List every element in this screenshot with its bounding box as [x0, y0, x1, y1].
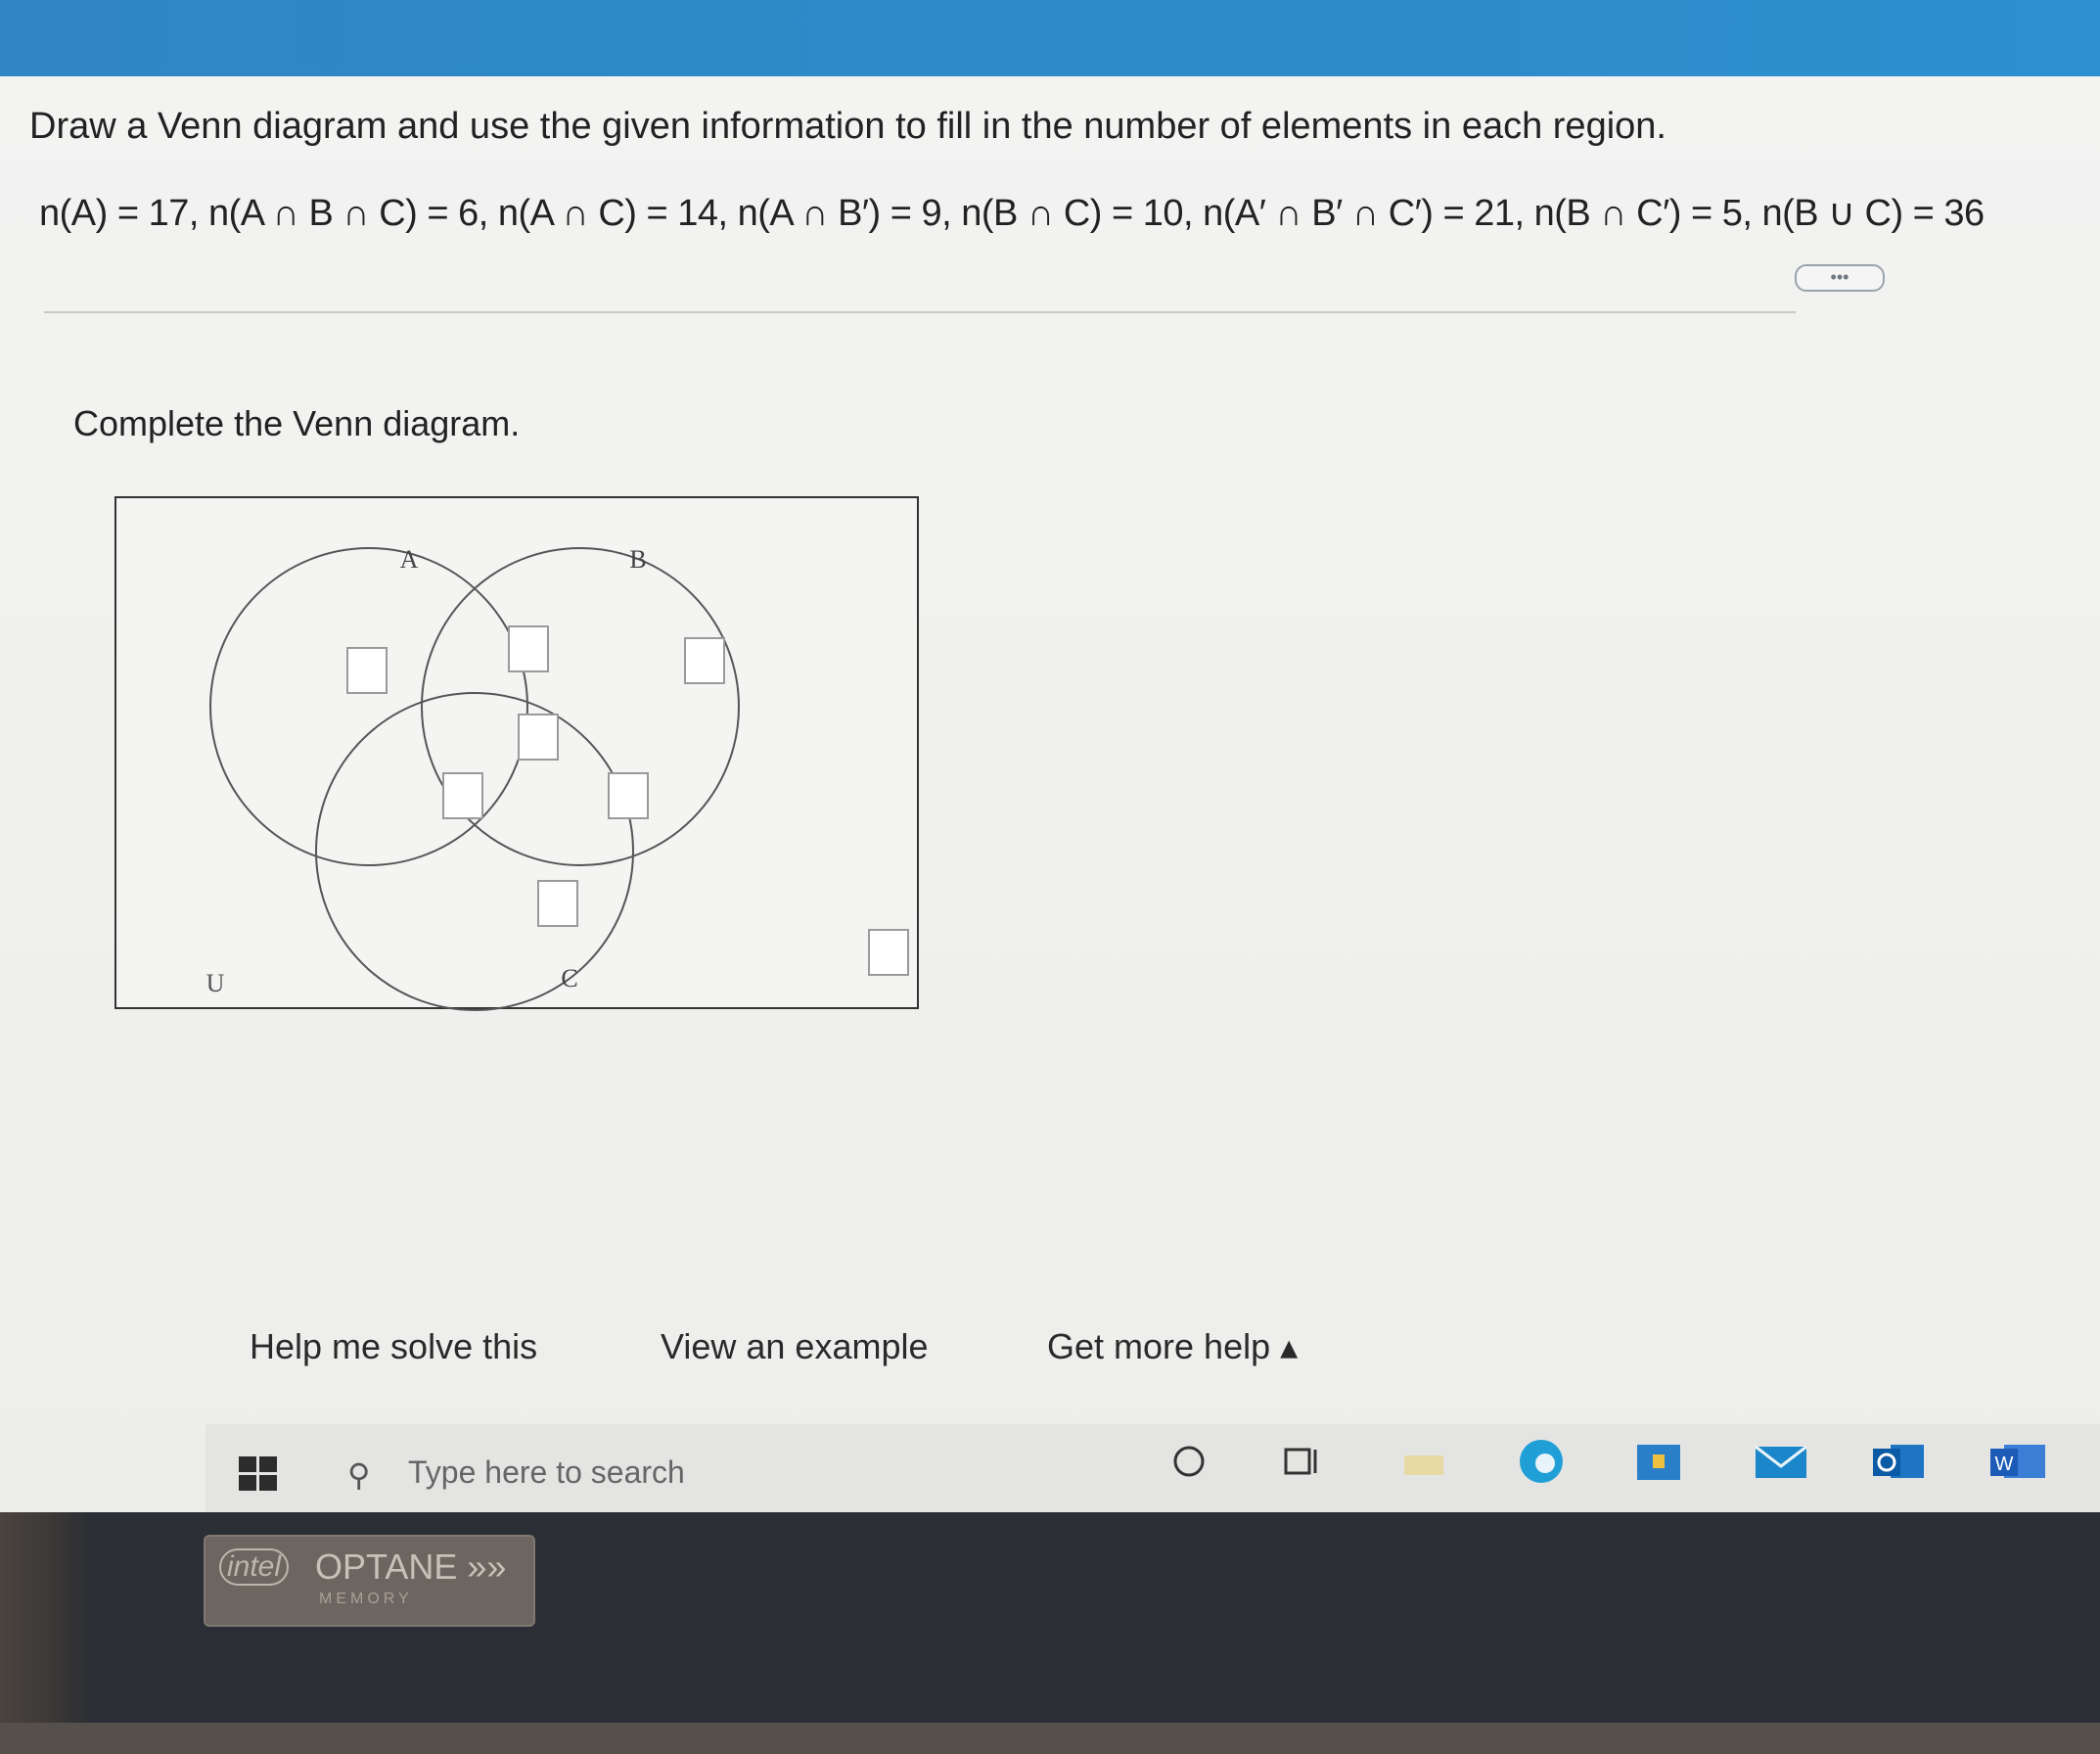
- expand-more-button[interactable]: •••: [1795, 264, 1885, 292]
- region-a-c-only-input[interactable]: [442, 772, 483, 819]
- intel-logo: intel: [219, 1548, 290, 1586]
- question-title: Draw a Venn diagram and use the given in…: [29, 106, 1666, 147]
- edge-icon[interactable]: [1512, 1437, 1571, 1486]
- region-a-b-only-input[interactable]: [508, 625, 549, 672]
- intel-optane-sticker: intel OPTANE »» MEMORY: [204, 1535, 535, 1627]
- given-information: n(A) = 17, n(A ∩ B ∩ C) = 6, n(A ∩ C) = …: [39, 193, 1985, 234]
- top-banner: [0, 0, 2100, 76]
- region-outside-input[interactable]: [868, 929, 909, 976]
- search-placeholder: Type here to search: [408, 1454, 685, 1490]
- region-a-only-input[interactable]: [346, 647, 388, 694]
- view-example-link[interactable]: View an example: [661, 1326, 929, 1367]
- file-explorer-icon[interactable]: [1394, 1437, 1453, 1486]
- region-a-b-c-input[interactable]: [518, 714, 559, 761]
- instruction-text: Complete the Venn diagram.: [73, 403, 521, 443]
- cortana-icon[interactable]: [1160, 1437, 1218, 1486]
- svg-text:W: W: [1995, 1454, 2014, 1475]
- help-me-solve-link[interactable]: Help me solve this: [250, 1326, 537, 1367]
- optane-label: OPTANE »»: [315, 1546, 507, 1587]
- label-b: B: [629, 545, 646, 574]
- region-b-c-only-input[interactable]: [608, 772, 649, 819]
- get-more-help-link[interactable]: Get more help ▴: [1047, 1326, 1298, 1367]
- mail-icon[interactable]: [1752, 1437, 1810, 1486]
- word-icon[interactable]: W: [1986, 1437, 2045, 1486]
- region-b-only-input[interactable]: [684, 637, 725, 684]
- monitor-bezel-bottom: [0, 1723, 2100, 1754]
- windows-icon[interactable]: [239, 1456, 278, 1492]
- venn-diagram: A B C U: [113, 489, 954, 1038]
- taskbar-search-box[interactable]: ⚲ Type here to search: [347, 1447, 856, 1498]
- store-icon[interactable]: [1629, 1437, 1688, 1486]
- search-icon: ⚲: [347, 1457, 371, 1493]
- label-u: U: [206, 969, 225, 997]
- outlook-icon[interactable]: [1869, 1437, 1928, 1486]
- region-c-only-input[interactable]: [537, 880, 578, 927]
- memory-label: MEMORY: [319, 1591, 413, 1607]
- label-a: A: [400, 545, 419, 574]
- universal-set-box: [114, 496, 919, 1009]
- divider: [44, 311, 1796, 313]
- label-c: C: [561, 964, 577, 992]
- task-view-icon[interactable]: [1272, 1437, 1331, 1486]
